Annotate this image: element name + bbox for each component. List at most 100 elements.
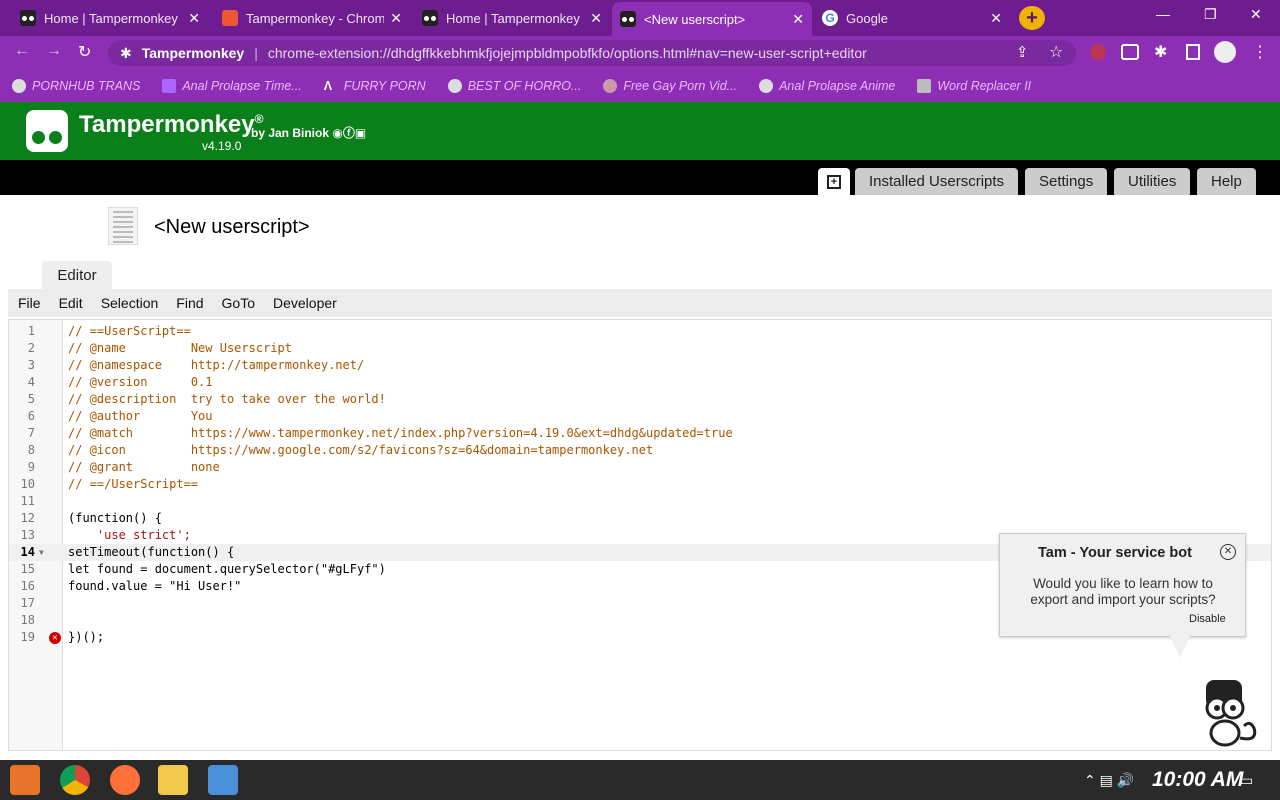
code-line[interactable]: 8 // @icon https://www.google.com/s2/favi… [9, 442, 1271, 459]
new-tab-button[interactable]: + [1019, 6, 1045, 30]
code-line[interactable]: 5 // @description try to take over the wo… [9, 391, 1271, 408]
close-icon[interactable]: ✕ [792, 11, 804, 28]
line-number: 13 [20, 528, 35, 542]
address-bar[interactable]: ✱ Tampermonkey | chrome-extension://dhdg… [108, 40, 1076, 66]
code-line[interactable]: 11 [9, 493, 1271, 510]
fold-arrow-icon[interactable]: ▼ [39, 544, 44, 561]
tab-settings[interactable]: Settings [1025, 168, 1108, 195]
taskbar-clock[interactable]: 10:00 AM [1152, 768, 1243, 792]
menu-file[interactable]: File [18, 295, 41, 311]
monkey-mascot-icon[interactable] [1200, 678, 1260, 748]
bookmark-item[interactable]: PORNHUB TRANS [12, 79, 140, 93]
menu-selection[interactable]: Selection [101, 295, 159, 311]
code-line[interactable]: 9 // @grant none [9, 459, 1271, 476]
line-number: 15 [20, 562, 35, 576]
code-line[interactable]: 10 // ==/UserScript== [9, 476, 1271, 493]
code-line[interactable]: 12 (function() { [9, 510, 1271, 527]
back-icon[interactable]: ← [14, 42, 30, 60]
menu-edit[interactable]: Edit [59, 295, 83, 311]
side-panel-icon[interactable] [1186, 44, 1200, 60]
error-icon[interactable]: ✕ [49, 632, 61, 644]
close-icon[interactable]: ✕ [590, 10, 602, 27]
github-icon[interactable]: ◉ [332, 126, 342, 140]
tampermonkey-extension-icon[interactable] [1121, 44, 1139, 60]
bookmark-item[interactable]: Free Gay Porn Vid... [603, 79, 737, 93]
code-text: (function() { [68, 511, 162, 525]
bookmark-item[interactable]: Λ FURRY PORN [324, 79, 426, 93]
volume-icon[interactable]: 🔊 [1117, 772, 1134, 788]
profile-extension-icon[interactable] [1090, 44, 1106, 60]
forward-icon[interactable]: → [46, 42, 62, 60]
code-line[interactable]: 6 // @author You [9, 408, 1271, 425]
bookmark-item[interactable]: Anal Prolapse Anime [759, 79, 895, 93]
line-number: 9 [27, 460, 35, 474]
close-icon[interactable]: ✕ [1220, 544, 1236, 560]
reload-icon[interactable]: ↻ [78, 42, 91, 62]
app-name-text: Tampermonkey [79, 111, 255, 138]
line-number: 14 [20, 545, 35, 559]
script-title: <New userscript> [154, 216, 310, 238]
tab-google[interactable]: G Google ✕ [814, 4, 1010, 32]
code-line[interactable]: 1 // ==UserScript== [9, 323, 1271, 340]
bookmark-star-icon[interactable]: ☆ [1049, 42, 1063, 62]
bot-message: Would you like to learn how to export an… [1030, 576, 1216, 607]
menu-goto[interactable]: GoTo [222, 295, 255, 311]
close-icon[interactable]: ✕ [390, 10, 402, 27]
close-icon[interactable]: ✕ [990, 10, 1002, 27]
tab-utilities[interactable]: Utilities [1114, 168, 1191, 195]
lambda-icon: Λ [323, 79, 333, 93]
bookmark-label: Free Gay Porn Vid... [623, 79, 738, 93]
script-thumbnail-icon [108, 207, 138, 245]
tampermonkey-icon [620, 11, 636, 27]
nav-label: Help [1211, 173, 1242, 190]
tab-installed-userscripts[interactable]: Installed Userscripts [855, 168, 1019, 195]
extensions-icon[interactable]: ✱ [1154, 42, 1167, 62]
disable-link[interactable]: Disable [1189, 613, 1226, 625]
share-icon[interactable]: ⇪ [1016, 43, 1029, 61]
instagram-icon[interactable]: ▣ [355, 126, 366, 140]
tab-help[interactable]: Help [1197, 168, 1256, 195]
tab-home-tampermonkey-1[interactable]: Home | Tampermonkey ✕ [12, 4, 208, 32]
facebook-icon[interactable]: ⓕ [343, 126, 355, 140]
chrome-icon[interactable] [60, 765, 90, 795]
bookmark-item[interactable]: Anal Prolapse Time... [162, 79, 302, 93]
editor-tab[interactable]: Editor [42, 261, 112, 289]
code-line[interactable]: 7 // @match https://www.tampermonkey.net/… [9, 425, 1271, 442]
new-script-tab[interactable]: + [818, 168, 850, 195]
tab-title: Tampermonkey - Chrome [246, 10, 385, 26]
app-author: by Jan Biniok ◉ⓕ▣ [251, 124, 366, 141]
network-icon[interactable]: ▤ [1100, 772, 1113, 788]
line-number: 8 [27, 443, 35, 457]
chevron-up-icon[interactable]: ⌃ [1084, 772, 1096, 788]
code-text: setTimeout(function() { [68, 545, 235, 559]
code-line[interactable]: 4 // @version 0.1 [9, 374, 1271, 391]
minimize-icon[interactable]: — [1156, 6, 1170, 22]
tab-home-tampermonkey-2[interactable]: Home | Tampermonkey ✕ [414, 4, 610, 32]
window-close-icon[interactable]: ✕ [1250, 6, 1262, 23]
bookmark-favicon-icon [162, 79, 177, 93]
browser-menu-icon[interactable]: ⋮ [1252, 42, 1268, 62]
maximize-icon[interactable]: ❐ [1204, 6, 1217, 23]
extension-puzzle-icon: ✱ [120, 44, 132, 61]
close-icon[interactable]: ✕ [188, 10, 200, 27]
notification-icon[interactable]: ▭ [1240, 772, 1253, 789]
tab-tampermonkey-chrome[interactable]: Tampermonkey - Chrome ✕ [214, 4, 410, 32]
line-number: 11 [20, 494, 35, 508]
menu-find[interactable]: Find [176, 295, 203, 311]
account-avatar[interactable] [1214, 41, 1236, 63]
tab-title: <New userscript> [644, 11, 746, 27]
bookmark-item[interactable]: BEST OF HORRO... [447, 79, 582, 93]
bookmark-label: BEST OF HORRO... [467, 79, 582, 93]
code-text: // @author You [68, 409, 213, 423]
file-explorer-icon[interactable] [158, 765, 188, 795]
code-line[interactable]: 2 // @name New Userscript [9, 340, 1271, 357]
menu-developer[interactable]: Developer [273, 295, 337, 311]
start-menu-icon[interactable] [10, 765, 40, 795]
tampermonkey-icon [20, 10, 36, 26]
tab-new-userscript[interactable]: <New userscript> ✕ [612, 2, 812, 36]
code-line[interactable]: 3 // @namespace http://tampermonkey.net/ [9, 357, 1271, 374]
bookmark-item[interactable]: Word Replacer II [917, 79, 1031, 93]
code-text: // ==/UserScript== [68, 477, 199, 491]
xp-app-icon[interactable] [208, 765, 238, 795]
firefox-icon[interactable] [110, 765, 140, 795]
